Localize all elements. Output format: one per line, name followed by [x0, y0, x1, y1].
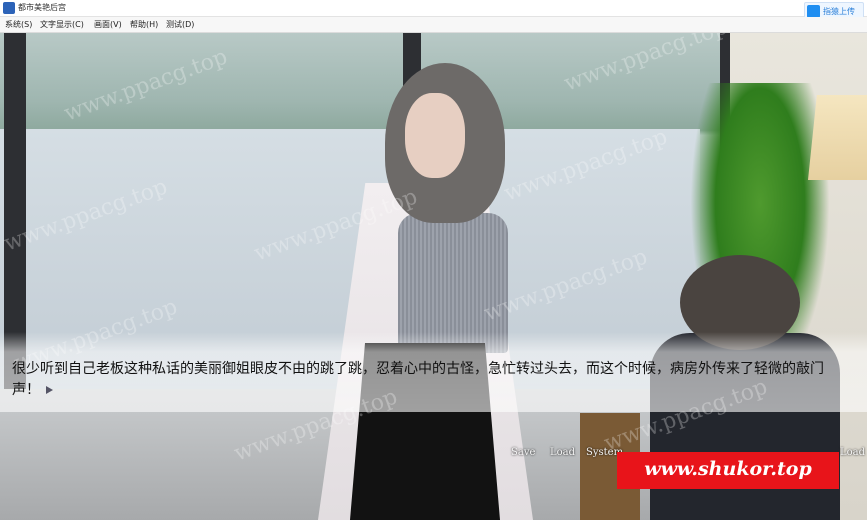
quick-load-button[interactable]: Load: [550, 447, 575, 458]
menu-help[interactable]: 帮助(H): [130, 19, 158, 30]
window-title: 都市美艳后宫: [18, 3, 66, 12]
watermark-text: www.ppacg.top: [60, 44, 231, 127]
upload-label: 指猿上传: [823, 7, 855, 16]
menu-bar: 系统(S) 文字显示(C) 画面(V) 帮助(H) 测试(D): [0, 17, 867, 33]
app-icon: [3, 2, 15, 14]
dialog-text-container: 很少听到自己老板这种私话的美丽御姐眼皮不由的跳了跳，忍着心中的古怪，急忙转过头去…: [12, 359, 842, 401]
quick-load-button-2[interactable]: Load: [840, 447, 865, 458]
character-face: [405, 93, 465, 178]
menu-text-display[interactable]: 文字显示(C): [40, 19, 84, 30]
lamp: [808, 95, 867, 180]
menu-screen[interactable]: 画面(V): [94, 19, 122, 30]
game-scene[interactable]: www.ppacg.top www.ppacg.top www.ppacg.to…: [0, 33, 867, 520]
banner-text: www.shukor.top: [644, 458, 812, 480]
title-bar: 都市美艳后宫 指猿上传: [0, 0, 867, 21]
menu-debug[interactable]: 测试(D): [166, 19, 194, 30]
next-arrow-icon[interactable]: [46, 386, 53, 394]
dialog-text: 很少听到自己老板这种私话的美丽御姐眼皮不由的跳了跳，忍着心中的古怪，急忙转过头去…: [12, 361, 824, 398]
quick-save-button[interactable]: Save: [511, 447, 535, 458]
site-banner: www.shukor.top: [617, 452, 839, 489]
menu-system[interactable]: 系统(S): [5, 19, 32, 30]
